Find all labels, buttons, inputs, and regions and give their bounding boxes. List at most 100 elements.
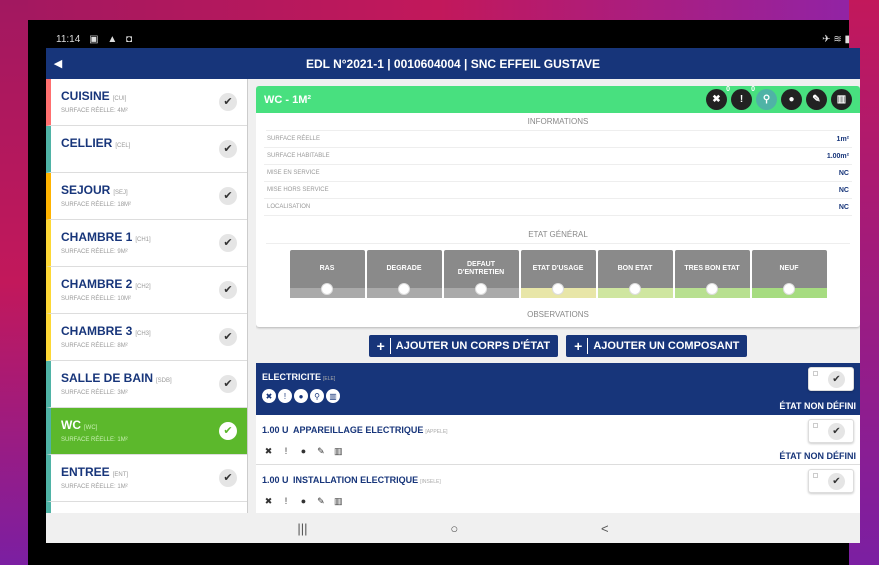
composant-code: [APPELE] <box>425 429 448 435</box>
page-title: EDL N°2021-1 | 0010604004 | SNC EFFEIL G… <box>305 56 601 71</box>
comment-icon[interactable]: ● <box>297 445 310 458</box>
check-icon[interactable]: ✔ <box>219 187 237 205</box>
status-time: 11:14 <box>56 33 81 45</box>
edit-icon[interactable]: ✎ <box>314 495 327 508</box>
informations-title: INFORMATIONS <box>266 113 850 131</box>
info-label: MISE EN SERVICE <box>267 170 320 176</box>
corps-icons: ✖ ! ● ⚲ ▥ <box>262 389 854 403</box>
composant-label: INSTALLATION ELECTRIQUE <box>292 475 419 485</box>
etat-option[interactable]: TRES BON ETAT <box>674 250 750 298</box>
check-icon[interactable]: ✔ <box>219 469 237 487</box>
trash-icon[interactable]: ▥ <box>332 495 345 508</box>
room-surface: SURFACE RÉELLE: 8M² <box>61 343 128 349</box>
room-code: [SDB] <box>156 378 172 384</box>
add-composant-button[interactable]: + AJOUTER UN COMPOSANT <box>566 335 748 357</box>
etat-option[interactable]: NEUF <box>751 250 827 298</box>
recent-apps-icon[interactable]: ||| <box>297 521 307 536</box>
etat-option[interactable]: BON ETAT <box>597 250 673 298</box>
sidebar-room-item[interactable]: CUISINE [CUI] SURFACE RÉELLE: 4M² ✔ <box>46 79 247 126</box>
radio-icon[interactable] <box>552 283 564 295</box>
info-value: NC <box>838 169 849 177</box>
home-icon[interactable]: ○ <box>450 521 458 536</box>
composant-state-checkbox[interactable]: ✔ <box>808 419 854 443</box>
back-icon[interactable]: < <box>601 521 609 536</box>
composant-item[interactable]: 1.00 U INSTALLATION ELECTRIQUE [INSELE] ✖… <box>256 465 860 513</box>
status-right-icons: ✈ ≋ ▮ <box>822 33 850 45</box>
sidebar-room-item[interactable]: DEGAGEMENT[DEG] ✔ <box>46 502 247 513</box>
comment-icon[interactable]: ● <box>294 389 308 403</box>
corps-state-checkbox[interactable]: ✔ <box>808 367 854 391</box>
plus-icon: + <box>574 338 589 354</box>
check-icon[interactable]: ✔ <box>219 140 237 158</box>
composant-code: [INSELE] <box>420 479 441 485</box>
tools-icon[interactable]: ✖ <box>262 445 275 458</box>
check-icon[interactable]: ✔ <box>219 234 237 252</box>
radio-icon[interactable] <box>706 283 718 295</box>
tools-icon[interactable]: ✖ <box>262 495 275 508</box>
check-icon[interactable]: ✔ <box>219 375 237 393</box>
comment-icon[interactable]: ● <box>297 495 310 508</box>
trash-icon[interactable]: ▥ <box>332 445 345 458</box>
composant-state-checkbox[interactable]: ✔ <box>808 469 854 493</box>
sidebar-room-item[interactable]: WC [WC] SURFACE RÉELLE: 1M² ✔ <box>46 408 247 455</box>
check-icon[interactable]: ✔ <box>219 328 237 346</box>
sidebar-room-item[interactable]: SEJOUR [SEJ] SURFACE RÉELLE: 18M² ✔ <box>46 173 247 220</box>
sidebar-room-item[interactable]: CHAMBRE 2 [CH2] SURFACE RÉELLE: 10M² ✔ <box>46 267 247 314</box>
alert-icon[interactable]: ! <box>279 495 292 508</box>
sidebar-room-item[interactable]: CHAMBRE 3 [CH3] SURFACE RÉELLE: 8M² ✔ <box>46 314 247 361</box>
sidebar-room-item[interactable]: CHAMBRE 1 [CH1] SURFACE RÉELLE: 9M² ✔ <box>46 220 247 267</box>
edit-icon[interactable]: ✎ <box>806 89 827 110</box>
etat-option[interactable]: RAS <box>289 250 365 298</box>
hierarchy-icon[interactable]: ⚲ <box>310 389 324 403</box>
info-value: NC <box>838 186 849 194</box>
sidebar-room-item[interactable]: ENTREE [ENT] SURFACE RÉELLE: 1M² ✔ <box>46 455 247 502</box>
tools-icon[interactable]: ✖ <box>262 389 276 403</box>
corps-etat-status: ÉTAT NON DÉFINI <box>779 401 856 411</box>
info-row: SURFACE RÉELLE 1m² <box>264 131 852 148</box>
room-code: [CH1] <box>135 237 151 243</box>
comment-icon[interactable]: ● <box>781 89 802 110</box>
room-code: [CUI] <box>112 96 127 102</box>
check-icon[interactable]: ✔ <box>219 422 237 440</box>
check-icon[interactable]: ✔ <box>219 281 237 299</box>
hierarchy-icon[interactable]: ⚲ <box>756 89 777 110</box>
radio-icon[interactable] <box>321 283 333 295</box>
etat-option[interactable]: DEFAUT D'ENTRETIEN <box>443 250 519 298</box>
etat-option[interactable]: ETAT D'USAGE <box>520 250 596 298</box>
composant-qty: 1.00 U <box>262 425 289 435</box>
tools-icon[interactable]: ✖ 0 <box>706 86 730 110</box>
radio-icon[interactable] <box>475 283 487 295</box>
trash-icon[interactable]: ▥ <box>326 389 340 403</box>
edit-icon[interactable]: ✎ <box>314 445 327 458</box>
radio-icon[interactable] <box>398 283 410 295</box>
sidebar-room-item[interactable]: SALLE DE BAIN [SDB] SURFACE RÉELLE: 3M² ✔ <box>46 361 247 408</box>
room-name: CHAMBRE 3 <box>61 324 133 338</box>
info-row: SURFACE HABITABLE 1.00m² <box>264 148 852 165</box>
add-corps-etat-button[interactable]: + AJOUTER UN CORPS D'ÉTAT <box>368 335 559 357</box>
wc-title: WC - 1M² <box>264 93 312 106</box>
radio-icon[interactable] <box>629 283 641 295</box>
warning-icon: ▲ <box>107 33 118 45</box>
alert-icon[interactable]: ! 0 <box>731 86 755 110</box>
room-code: [CH2] <box>135 284 151 290</box>
etat-option[interactable]: DEGRADE <box>366 250 442 298</box>
check-icon[interactable]: ✔ <box>219 93 237 111</box>
room-name: SEJOUR <box>61 183 111 197</box>
background-top <box>0 0 879 20</box>
image-icon: ▣ <box>89 33 99 45</box>
room-surface: SURFACE RÉELLE: 1M² <box>61 484 128 490</box>
sidebar-room-item[interactable]: CELLIER [CEL] ✔ <box>46 126 247 173</box>
top-bar: ◀ EDL N°2021-1 | 0010604004 | SNC EFFEIL… <box>46 48 860 79</box>
corps-label: ELECTRICITE <box>262 372 322 382</box>
room-name: SALLE DE BAIN <box>61 371 154 385</box>
corps-etat-electricite[interactable]: ELECTRICITE [ELE] ✖ ! ● ⚲ ▥ ✔ ÉTAT NON DÉ… <box>256 363 860 415</box>
info-row: MISE HORS SERVICE NC <box>264 182 852 199</box>
alert-icon[interactable]: ! <box>279 445 292 458</box>
app-screen: ◀ EDL N°2021-1 | 0010604004 | SNC EFFEIL… <box>46 48 860 513</box>
alert-icon[interactable]: ! <box>278 389 292 403</box>
info-row: LOCALISATION NC <box>264 199 852 216</box>
trash-icon[interactable]: ▥ <box>831 89 852 110</box>
composant-item[interactable]: 1.00 U APPAREILLAGE ELECTRIQUE [APPELE] ✖… <box>256 415 860 465</box>
radio-icon[interactable] <box>783 283 795 295</box>
back-arrow-icon[interactable]: ◀ <box>46 57 70 70</box>
